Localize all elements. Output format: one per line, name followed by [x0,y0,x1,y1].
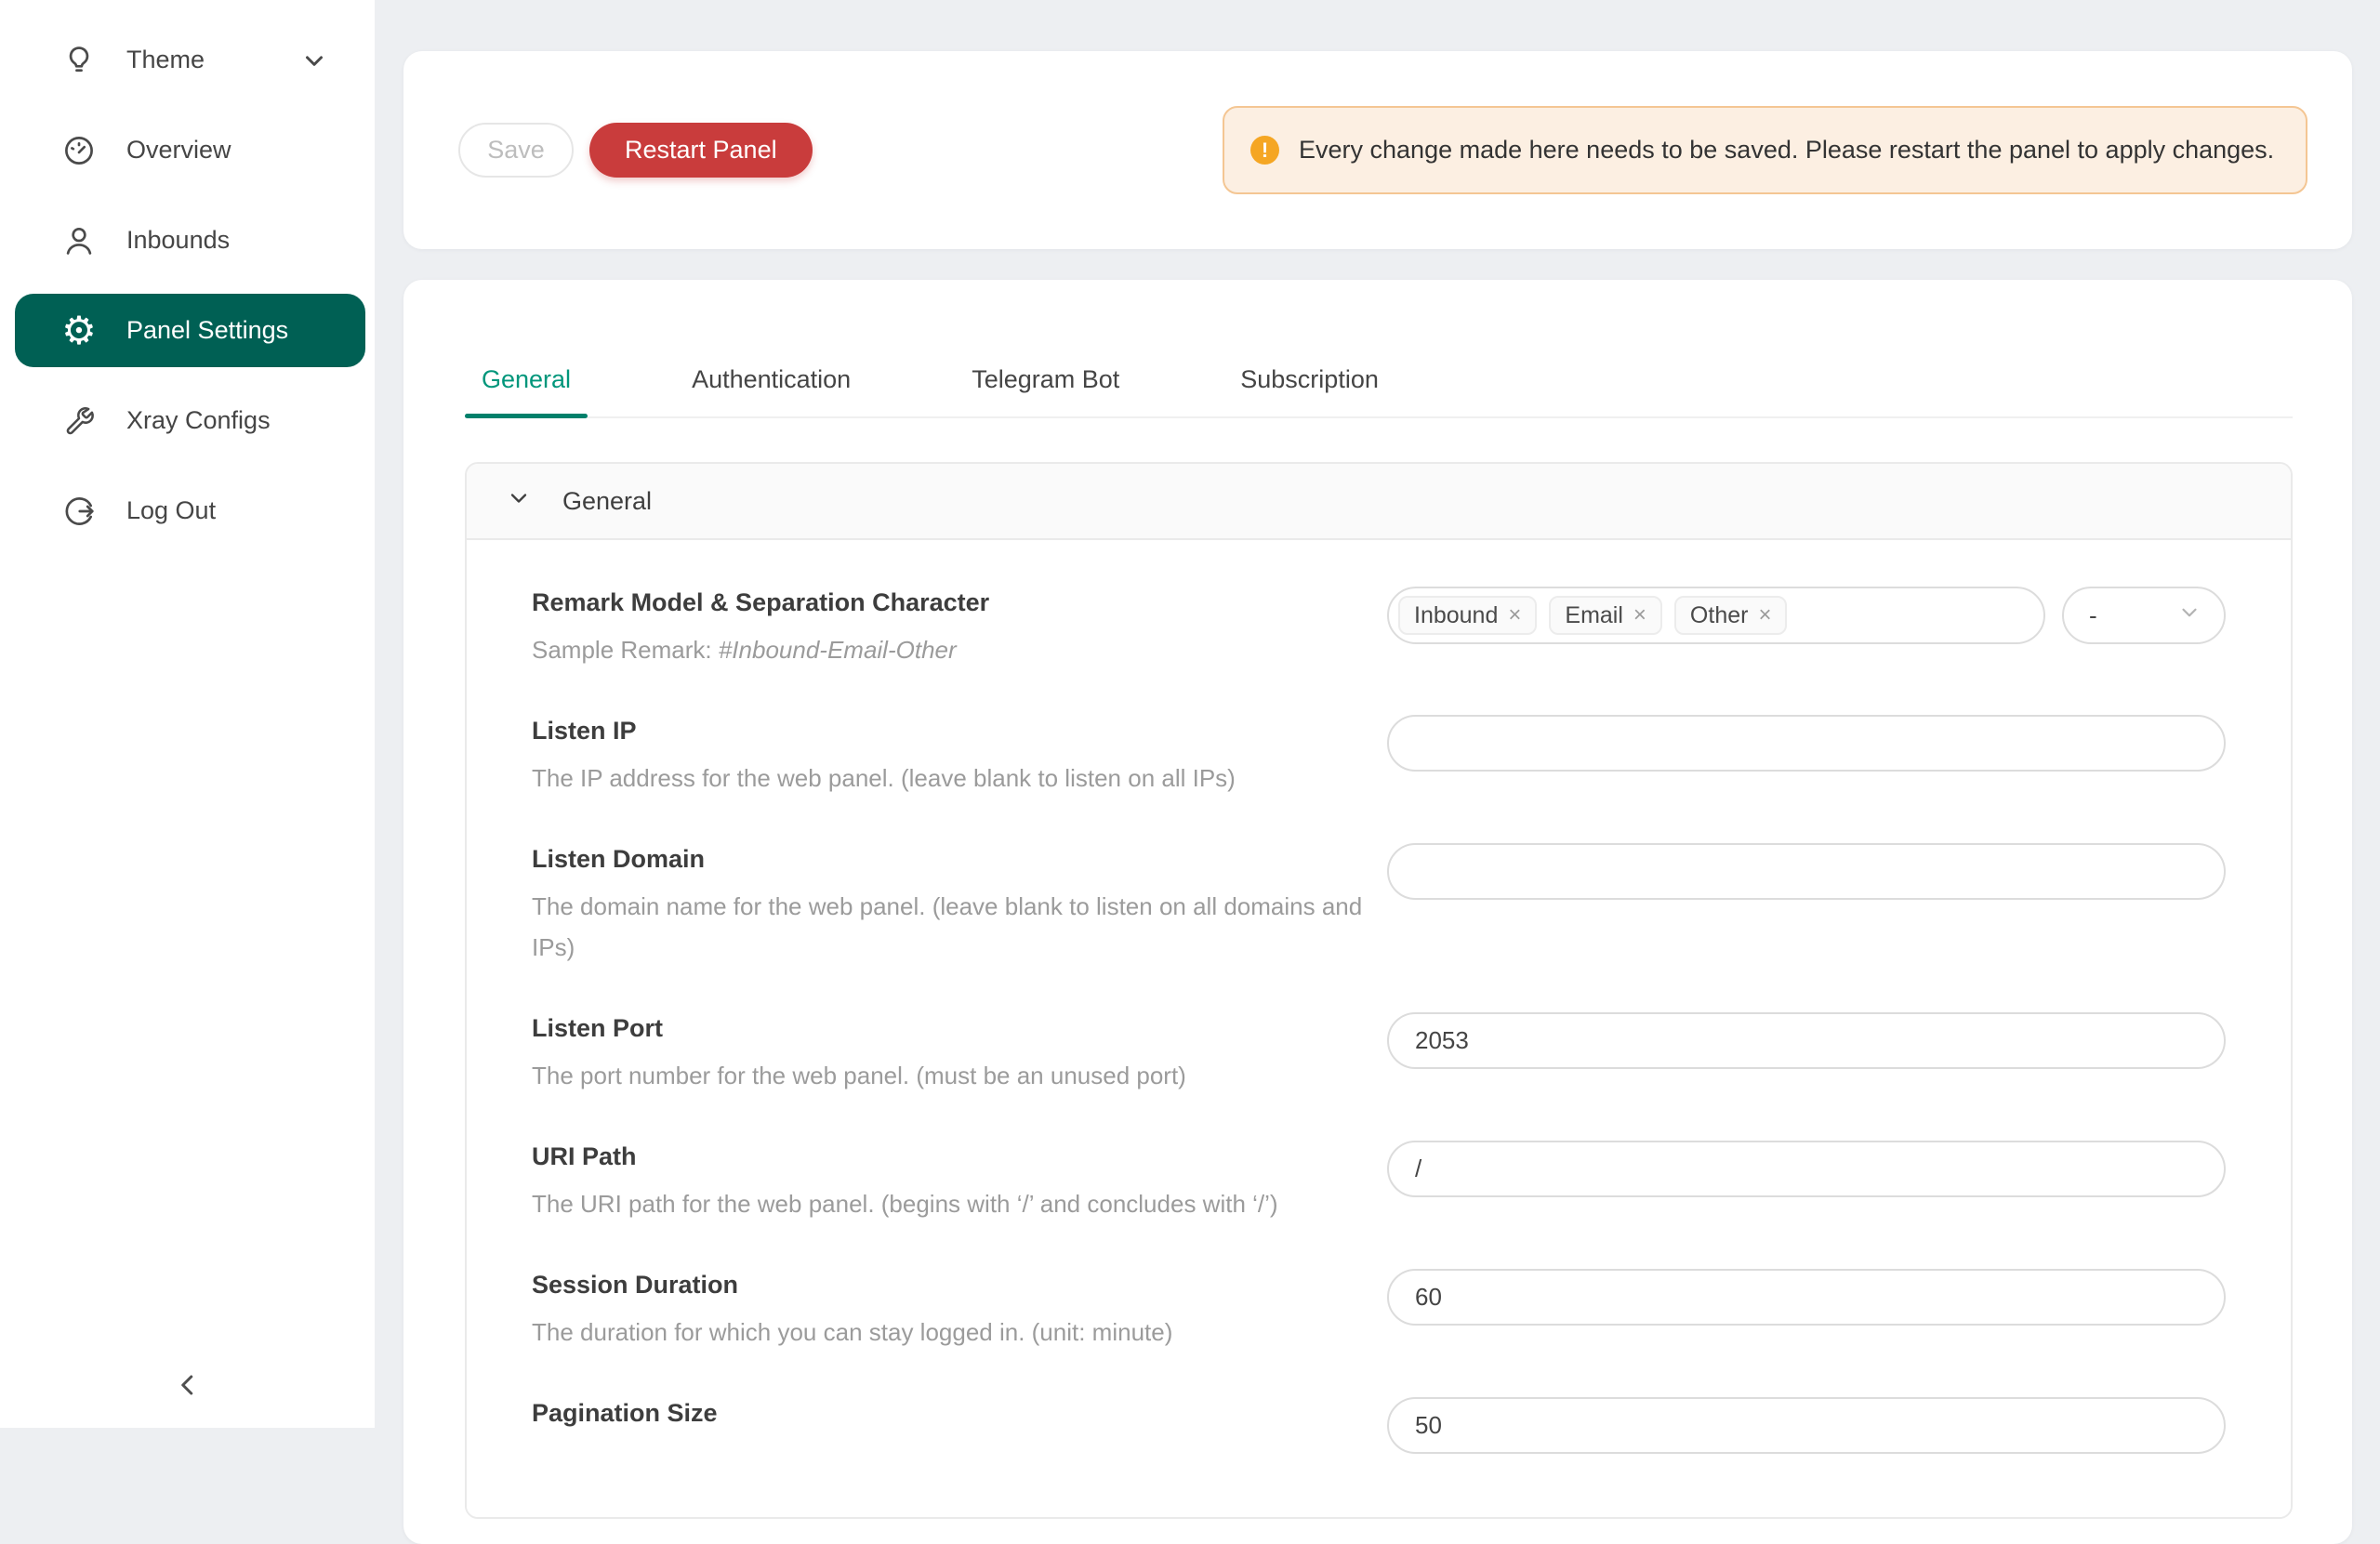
save-button[interactable]: Save [458,123,574,178]
chevron-down-icon [506,485,532,518]
settings-card: General Authentication Telegram Bot Subs… [403,280,2352,1544]
sidebar-item-label: Panel Settings [126,316,288,345]
form-row-listen-port: Listen Port The port number for the web … [532,1012,2226,1096]
main-content: Save Restart Panel ! Every change made h… [375,0,2380,1428]
tag-other[interactable]: Other× [1674,596,1788,635]
gear-icon: ⚙ [60,312,98,350]
sample-remark-value: #Inbound-Email-Other [719,636,957,664]
form-row-listen-ip: Listen IP The IP address for the web pan… [532,715,2226,798]
dashboard-icon [60,132,98,169]
listen-port-input[interactable] [1387,1012,2226,1069]
sidebar-item-label: Log Out [126,496,216,525]
sidebar-collapse-button[interactable] [0,1359,375,1415]
form-row-remark-model: Remark Model & Separation Character Samp… [532,587,2226,670]
general-panel-header[interactable]: General [467,464,2291,540]
pagination-size-input[interactable] [1387,1397,2226,1454]
tab-subscription[interactable]: Subscription [1223,350,1395,416]
listen-domain-input[interactable] [1387,843,2226,900]
uri-path-input[interactable] [1387,1141,2226,1197]
sidebar-item-label: Inbounds [126,226,230,255]
form-row-listen-domain: Listen Domain The domain name for the we… [532,843,2226,968]
field-label: Listen IP [532,715,1368,746]
tag-inbound[interactable]: Inbound× [1398,596,1537,635]
restart-warning-alert: ! Every change made here needs to be sav… [1223,106,2307,194]
form-row-uri-path: URI Path The URI path for the web panel.… [532,1141,2226,1224]
general-collapse-panel: General Remark Model & Separation Charac… [465,462,2293,1519]
field-description: The URI path for the web panel. (begins … [532,1183,1368,1224]
sidebar-item-label: Xray Configs [126,406,271,435]
form-row-pagination-size: Pagination Size [532,1397,2226,1454]
sidebar-item-xray-configs[interactable]: Xray Configs [15,384,365,457]
general-panel-body: Remark Model & Separation Character Samp… [467,540,2291,1517]
sidebar-item-label: Overview [126,136,231,165]
listen-ip-input[interactable] [1387,715,2226,772]
tab-authentication[interactable]: Authentication [675,350,867,416]
exclamation-circle-icon: ! [1250,136,1279,165]
chevron-down-icon [2177,600,2202,631]
field-label: Remark Model & Separation Character [532,587,1368,618]
logout-icon [60,493,98,530]
form-row-session-duration: Session Duration The duration for which … [532,1269,2226,1353]
close-icon[interactable]: × [1633,604,1646,627]
sidebar-menu: Theme Overview Inbounds ⚙ Panel Settings [0,0,375,548]
tag-email[interactable]: Email× [1549,596,1662,635]
chevron-down-icon [300,46,328,74]
separation-character-value: - [2089,601,2097,630]
field-description: The duration for which you can stay logg… [532,1312,1368,1353]
field-description: The IP address for the web panel. (leave… [532,758,1368,798]
chevron-left-icon [171,1368,205,1406]
separation-character-select[interactable]: - [2062,587,2226,644]
remark-model-multiselect[interactable]: Inbound× Email× Other× [1387,587,2045,644]
field-label: Session Duration [532,1269,1368,1300]
wrench-icon [60,402,98,440]
field-description: The port number for the web panel. (must… [532,1055,1368,1096]
restart-panel-button[interactable]: Restart Panel [589,123,813,178]
tab-telegram-bot[interactable]: Telegram Bot [955,350,1136,416]
field-label: URI Path [532,1141,1368,1172]
alert-text: Every change made here needs to be saved… [1299,130,2274,170]
session-duration-input[interactable] [1387,1269,2226,1326]
field-label: Listen Port [532,1012,1368,1044]
actions-card: Save Restart Panel ! Every change made h… [403,51,2352,249]
bulb-icon [60,42,98,79]
sidebar-item-theme[interactable]: Theme [15,23,365,97]
sidebar-item-inbounds[interactable]: Inbounds [15,204,365,277]
sidebar: Theme Overview Inbounds ⚙ Panel Settings [0,0,375,1428]
user-icon [60,222,98,259]
close-icon[interactable]: × [1508,604,1521,627]
sidebar-item-panel-settings[interactable]: ⚙ Panel Settings [15,294,365,367]
field-label: Pagination Size [532,1397,1368,1429]
field-label: Listen Domain [532,843,1368,875]
field-description: The domain name for the web panel. (leav… [532,886,1368,968]
tab-general[interactable]: General [465,350,588,416]
settings-tabs: General Authentication Telegram Bot Subs… [465,280,2293,418]
sidebar-item-log-out[interactable]: Log Out [15,474,365,548]
close-icon[interactable]: × [1758,604,1771,627]
field-description: Sample Remark: #Inbound-Email-Other [532,629,1368,670]
panel-title: General [562,487,652,516]
sidebar-item-overview[interactable]: Overview [15,113,365,187]
sidebar-item-label: Theme [126,46,205,74]
